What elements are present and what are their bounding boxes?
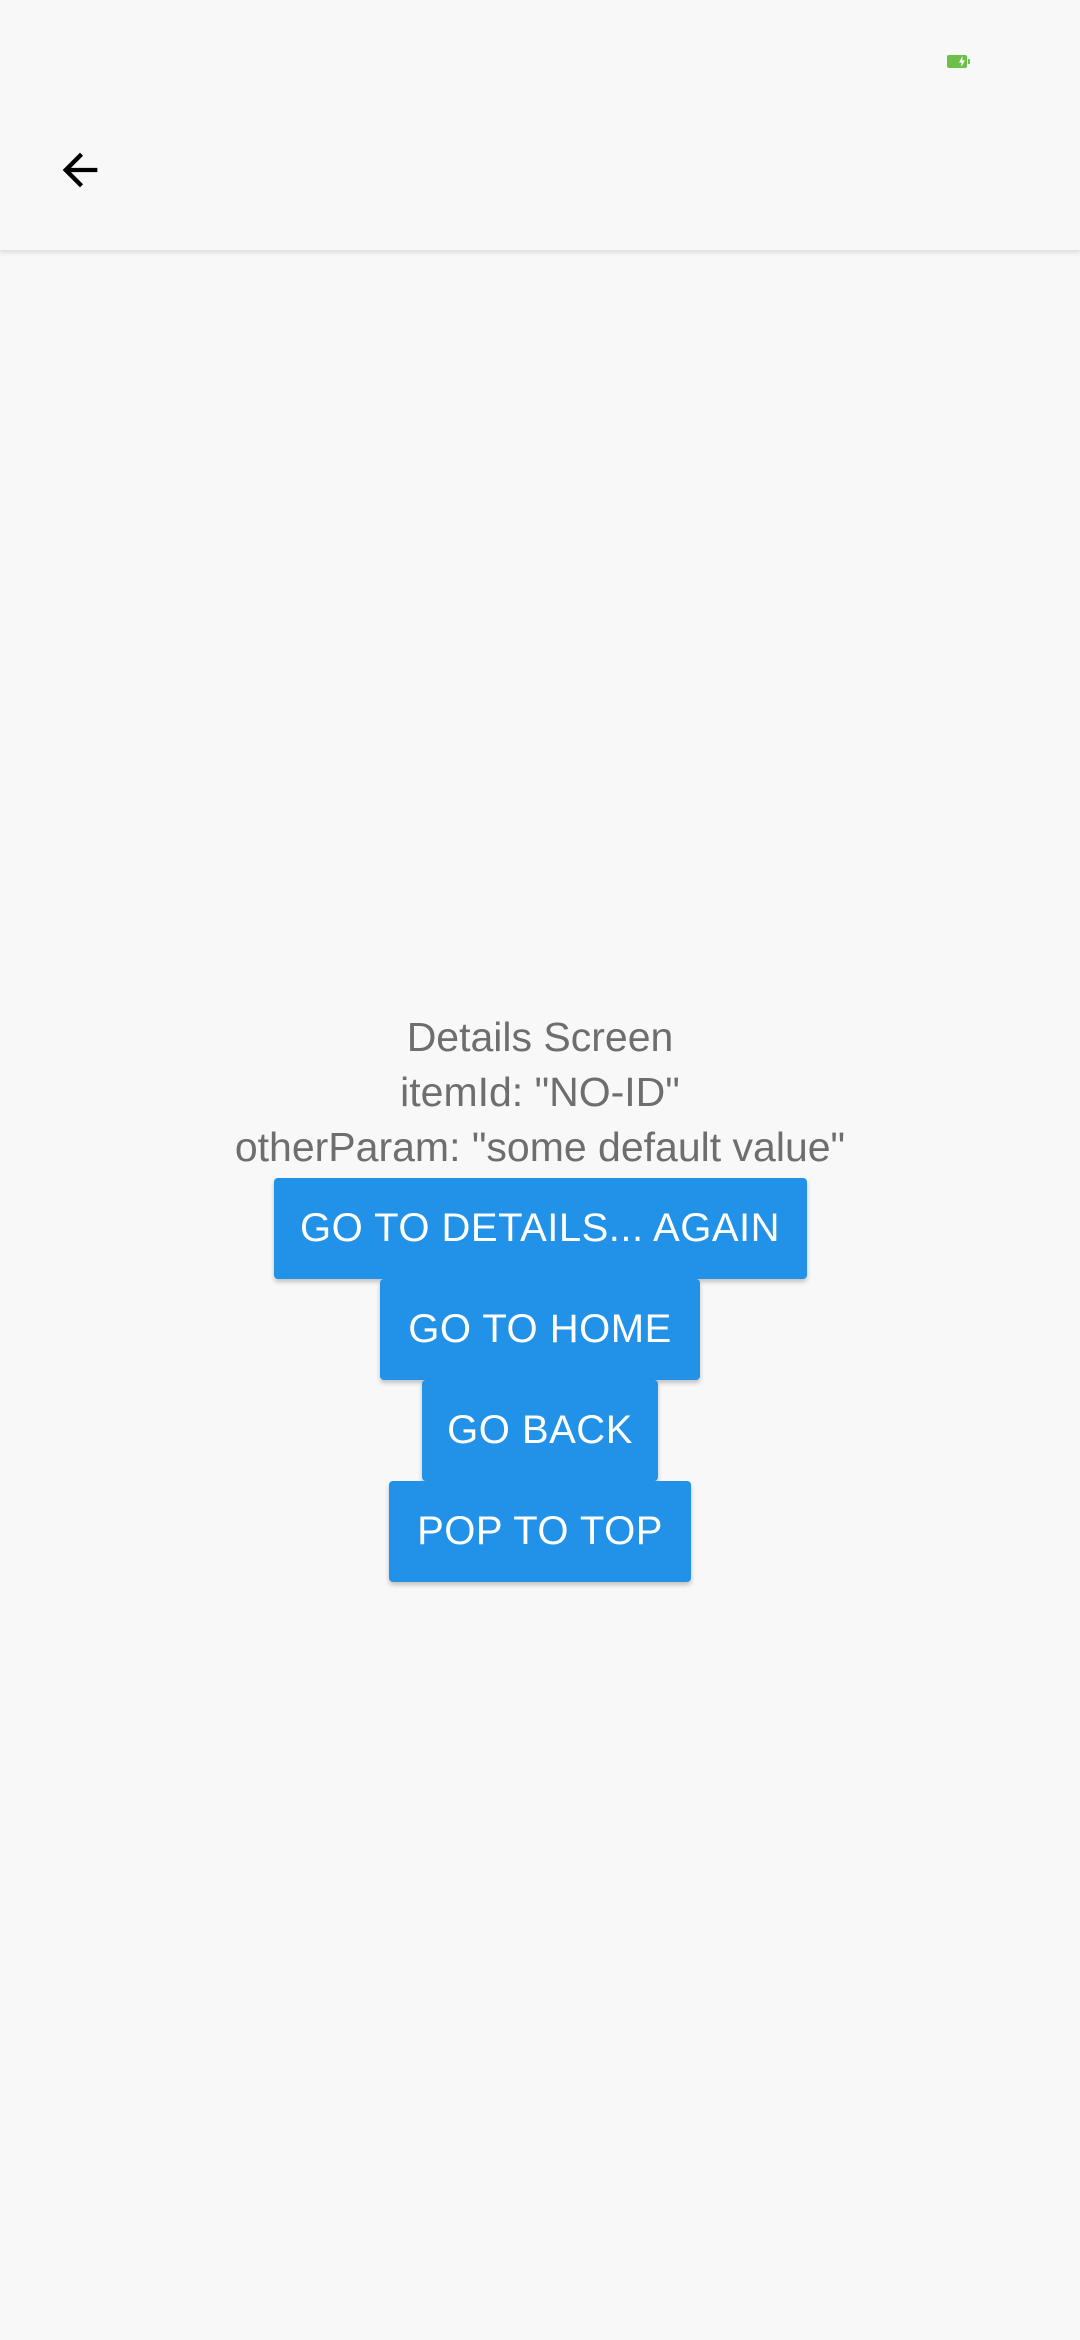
arrow-left-icon xyxy=(62,152,98,188)
other-param-text: otherParam: "some default value" xyxy=(234,1124,846,1170)
go-to-details-again-button[interactable]: GO TO DETAILS... AGAIN xyxy=(273,1178,807,1279)
details-screen: Details Screen itemId: "NO-ID" otherPara… xyxy=(0,0,1080,2340)
battery-icon xyxy=(947,55,970,68)
details-content: Details Screen itemId: "NO-ID" otherPara… xyxy=(0,1010,1080,1582)
app-bar xyxy=(0,0,1080,251)
charging-icon xyxy=(959,56,965,67)
item-id-text: itemId: "NO-ID" xyxy=(400,1069,680,1115)
go-to-home-button[interactable]: GO TO HOME xyxy=(380,1279,700,1380)
screen-title: Details Screen xyxy=(406,1014,674,1060)
pop-to-top-button[interactable]: POP TO TOP xyxy=(389,1481,691,1582)
back-button[interactable] xyxy=(36,130,124,210)
go-back-button[interactable]: GO BACK xyxy=(422,1380,658,1481)
status-bar xyxy=(0,0,1080,124)
